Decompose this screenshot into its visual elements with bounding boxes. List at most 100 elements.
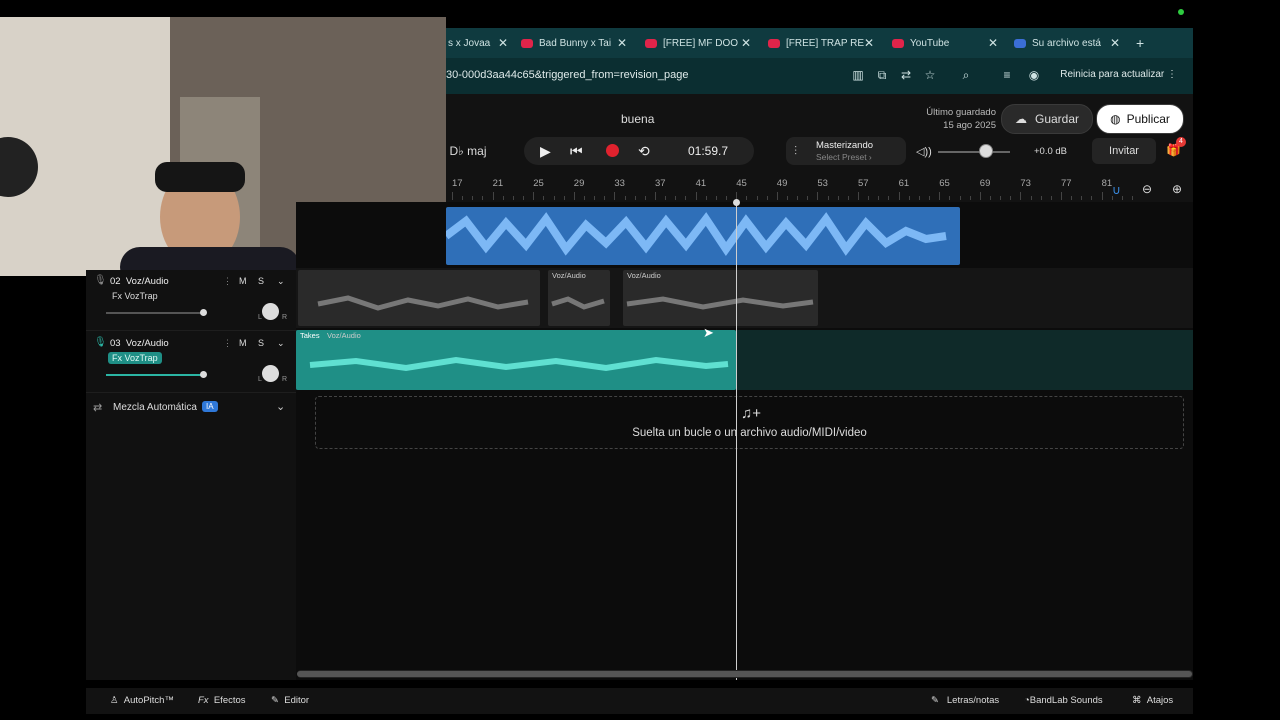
more-options-icon[interactable]: ⋮ (223, 338, 232, 349)
translate-icon[interactable]: ⇄ (898, 67, 914, 83)
master-db-value: +0.0 dB (1034, 146, 1068, 157)
bandlab-sounds-button[interactable]: ◔BandLab Sounds (1024, 695, 1103, 706)
new-tab-button[interactable]: + (1136, 28, 1152, 58)
clip-label: Voz/Audio (552, 271, 586, 280)
media-control-icon[interactable]: ≡ (999, 67, 1015, 83)
ruler-tick (959, 196, 961, 200)
ruler-tick (492, 192, 494, 200)
auto-mix-row[interactable]: ⇄ Mezcla Automática IA ⌄ (86, 397, 296, 419)
close-tab-icon[interactable]: ✕ (741, 36, 751, 50)
editor-button[interactable]: ✎ Editor (271, 695, 309, 706)
save-button[interactable]: ☁ Guardar (1001, 104, 1093, 134)
autopitch-button[interactable]: ♙ AutoPitch™ (110, 695, 174, 706)
timeline-ruler[interactable]: 17 21 25 29 33 37 41 45 49 53 57 61 65 69 73 77 81 (446, 176, 1193, 203)
effects-button[interactable]: Fx Efectos (198, 695, 246, 706)
ruler-tick (1020, 192, 1022, 200)
ruler-tick (675, 196, 677, 200)
install-icon[interactable]: ⧉ (874, 67, 890, 83)
ruler-bar-number: 53 (817, 178, 828, 189)
preset-label: Select Preset › (816, 152, 872, 162)
audio-clip[interactable]: Takes Voz/Audio (296, 330, 736, 390)
solo-button[interactable]: S (258, 276, 264, 286)
clip-label: Voz/Audio (327, 331, 361, 340)
ruler-tick (705, 196, 707, 200)
close-tab-icon[interactable]: ✕ (498, 36, 508, 50)
master-volume-slider[interactable] (938, 151, 1010, 153)
shortcuts-button[interactable]: ⌘ Atajos (1132, 695, 1173, 706)
restart-to-update-button[interactable]: Reinicia para actualizar ⋮ (1060, 69, 1177, 80)
audio-clip[interactable] (446, 207, 960, 265)
ruler-tick (462, 196, 464, 200)
browser-address-bar: 30-000d3aa44c65&triggered_from=revision_… (446, 58, 1193, 94)
mute-button[interactable]: M (239, 338, 247, 348)
track-volume-knob[interactable] (200, 309, 207, 316)
skip-back-icon[interactable]: ⏮ (570, 143, 583, 160)
track-header[interactable]: 🎙 03 Voz/Audio ⋮ M S ⌄ Fx VozTrap L R (86, 332, 296, 393)
playhead[interactable] (736, 202, 737, 680)
ruler-tick (1091, 196, 1093, 200)
record-icon[interactable] (606, 144, 619, 157)
ruler-bar-number: 33 (614, 178, 625, 189)
key-selector[interactable]: D♭ maj (446, 138, 490, 164)
ruler-bar-number: 73 (1020, 178, 1031, 189)
chevron-down-icon[interactable]: ⌄ (277, 338, 285, 349)
solo-button[interactable]: S (258, 338, 264, 348)
zoom-in-icon[interactable]: ⊕ (1172, 182, 1182, 196)
track-volume-slider[interactable] (106, 374, 206, 376)
zoom-out-icon[interactable]: ⊖ (1142, 182, 1152, 196)
drop-zone[interactable]: ♫+ Suelta un bucle o un archivo audio/MI… (315, 396, 1184, 449)
ruler-tick (776, 192, 778, 200)
browser-tab[interactable]: [FREE] MF DOO ✕ (645, 28, 751, 58)
more-options-icon[interactable]: ⋮ (223, 276, 232, 287)
ruler-tick (624, 196, 626, 200)
browser-tab[interactable]: Bad Bunny x Tai ✕ (521, 28, 627, 58)
magnet-snap-icon[interactable]: ∪ (1112, 183, 1121, 197)
ai-badge: IA (202, 401, 218, 412)
ruler-tick (1101, 192, 1103, 200)
browser-tab[interactable]: YouTube ✕ (892, 28, 998, 58)
invite-button[interactable]: Invitar (1092, 138, 1156, 164)
track-volume-slider[interactable] (106, 312, 206, 314)
fx-preset[interactable]: Fx VozTrap (108, 352, 162, 364)
transport-controls: ▶ ⏮ ⟲ 01:59.7 (524, 137, 754, 165)
chevron-down-icon[interactable]: ⌄ (276, 400, 285, 413)
playhead-handle[interactable] (733, 199, 740, 206)
project-name[interactable]: buena (621, 112, 654, 126)
horizontal-scrollbar[interactable] (297, 670, 1193, 678)
browser-tab[interactable]: s x Jovaa ✕ (448, 28, 508, 58)
profile-avatar-icon[interactable]: ◉ (1026, 67, 1042, 83)
close-tab-icon[interactable]: ✕ (864, 36, 874, 50)
pan-knob[interactable] (262, 365, 279, 382)
mastering-selector[interactable]: ⫶ Masterizando Select Preset › (786, 137, 906, 165)
play-icon[interactable]: ▶ (540, 143, 551, 160)
master-volume-knob[interactable] (979, 144, 993, 158)
audio-clip[interactable]: Voz/Audio (623, 270, 818, 326)
scrollbar-thumb[interactable] (297, 671, 1192, 677)
tab-search-icon[interactable]: ⌕ (958, 67, 974, 83)
bookmark-star-icon[interactable]: ☆ (922, 67, 938, 83)
close-tab-icon[interactable]: ✕ (1110, 36, 1120, 50)
waveform (446, 212, 947, 257)
track-header[interactable]: 🎙 02 Voz/Audio ⋮ M S ⌄ Fx VozTrap L R (86, 270, 296, 331)
publish-button[interactable]: ◍ Publicar (1096, 104, 1184, 134)
fx-preset[interactable]: Fx VozTrap (108, 290, 162, 302)
ruler-tick (949, 196, 951, 200)
waveform (309, 356, 729, 372)
url-text[interactable]: 30-000d3aa44c65&triggered_from=revision_… (446, 69, 688, 81)
browser-tab[interactable]: [FREE] TRAP RE ✕ (768, 28, 874, 58)
ruler-tick (665, 196, 667, 200)
audio-clip[interactable]: Voz/Audio (548, 270, 610, 326)
pan-knob[interactable] (262, 303, 279, 320)
reader-icon[interactable]: ▥ (850, 67, 866, 83)
close-tab-icon[interactable]: ✕ (617, 36, 627, 50)
chevron-down-icon[interactable]: ⌄ (277, 276, 285, 287)
mute-button[interactable]: M (239, 276, 247, 286)
browser-tab[interactable]: Su archivo está ✕ (1014, 28, 1120, 58)
speaker-icon[interactable]: ◁)) (916, 145, 932, 158)
youtube-icon (892, 38, 904, 48)
loop-icon[interactable]: ⟲ (638, 143, 650, 160)
track-volume-knob[interactable] (200, 371, 207, 378)
lyrics-notes-button[interactable]: ✎ Letras/notas (931, 695, 999, 706)
audio-clip[interactable] (298, 270, 540, 326)
close-tab-icon[interactable]: ✕ (988, 36, 998, 50)
